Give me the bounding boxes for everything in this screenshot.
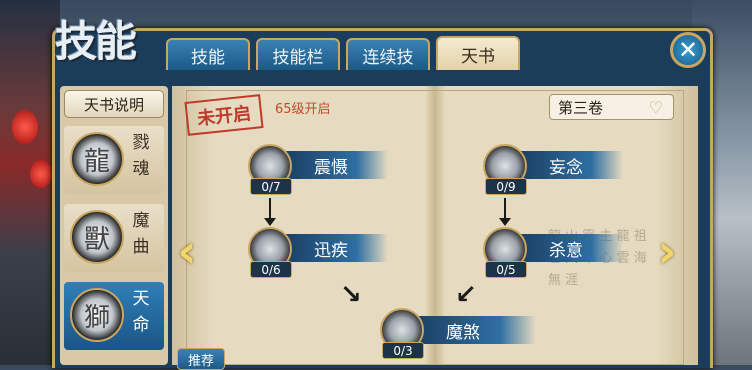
next-page-arrow[interactable]: › [652, 224, 682, 278]
connector-arrow: ↙ [455, 280, 477, 310]
unlock-level-note: 65级开启 [275, 102, 331, 117]
tab-bar: 技能 技能栏 连续技 天书 [166, 36, 520, 70]
skill-name: 震慑 [284, 151, 388, 179]
skill-name: 迅疾 [284, 234, 388, 262]
tab-combo[interactable]: 连续技 [346, 38, 430, 70]
skill-name: 杀意 [519, 234, 623, 262]
volume-select[interactable]: 第三卷 ♡ [549, 94, 674, 120]
connector-arrow [264, 198, 276, 226]
lantern-decoration [30, 160, 52, 188]
sidebar-item-book-1[interactable]: 龍 戮魂 [64, 126, 164, 194]
skill-name: 魔煞 [416, 316, 536, 344]
skill-points: 0/3 [382, 342, 424, 359]
close-button[interactable]: ✕ [670, 32, 706, 68]
close-icon: ✕ [677, 36, 699, 64]
skill-points: 0/7 [250, 178, 292, 195]
skill-name: 妄念 [519, 151, 623, 179]
tab-skills[interactable]: 技能 [166, 38, 250, 70]
book-name: 戮魂 [132, 133, 150, 179]
sidebar-item-book-3[interactable]: 獅 天命 [64, 282, 164, 350]
dragon-icon: 龍 [70, 132, 124, 186]
lion-mask-icon: 獅 [70, 288, 124, 342]
skill-points: 0/5 [485, 261, 527, 278]
window-title: 技能 [55, 17, 137, 66]
recommend-button[interactable]: 推荐 [177, 348, 225, 370]
background-left [0, 0, 60, 365]
skill-points: 0/9 [485, 178, 527, 195]
tab-skill-bar[interactable]: 技能栏 [256, 38, 340, 70]
book-name: 天命 [132, 289, 150, 335]
book-name: 魔曲 [132, 211, 150, 257]
connector-arrow [499, 198, 511, 226]
book-description-button[interactable]: 天书说明 [64, 90, 164, 118]
heart-chevron-icon: ♡ [648, 98, 663, 117]
sidebar-item-book-2[interactable]: 獸 魔曲 [64, 204, 164, 272]
volume-label: 第三卷 [558, 98, 604, 117]
tab-heavenly-book[interactable]: 天书 [436, 36, 520, 70]
skill-points: 0/6 [250, 261, 292, 278]
flame-beast-icon: 獸 [70, 210, 124, 264]
connector-arrow: ↘ [340, 280, 362, 310]
lantern-decoration [12, 110, 38, 144]
prev-page-arrow[interactable]: ‹ [172, 224, 202, 278]
